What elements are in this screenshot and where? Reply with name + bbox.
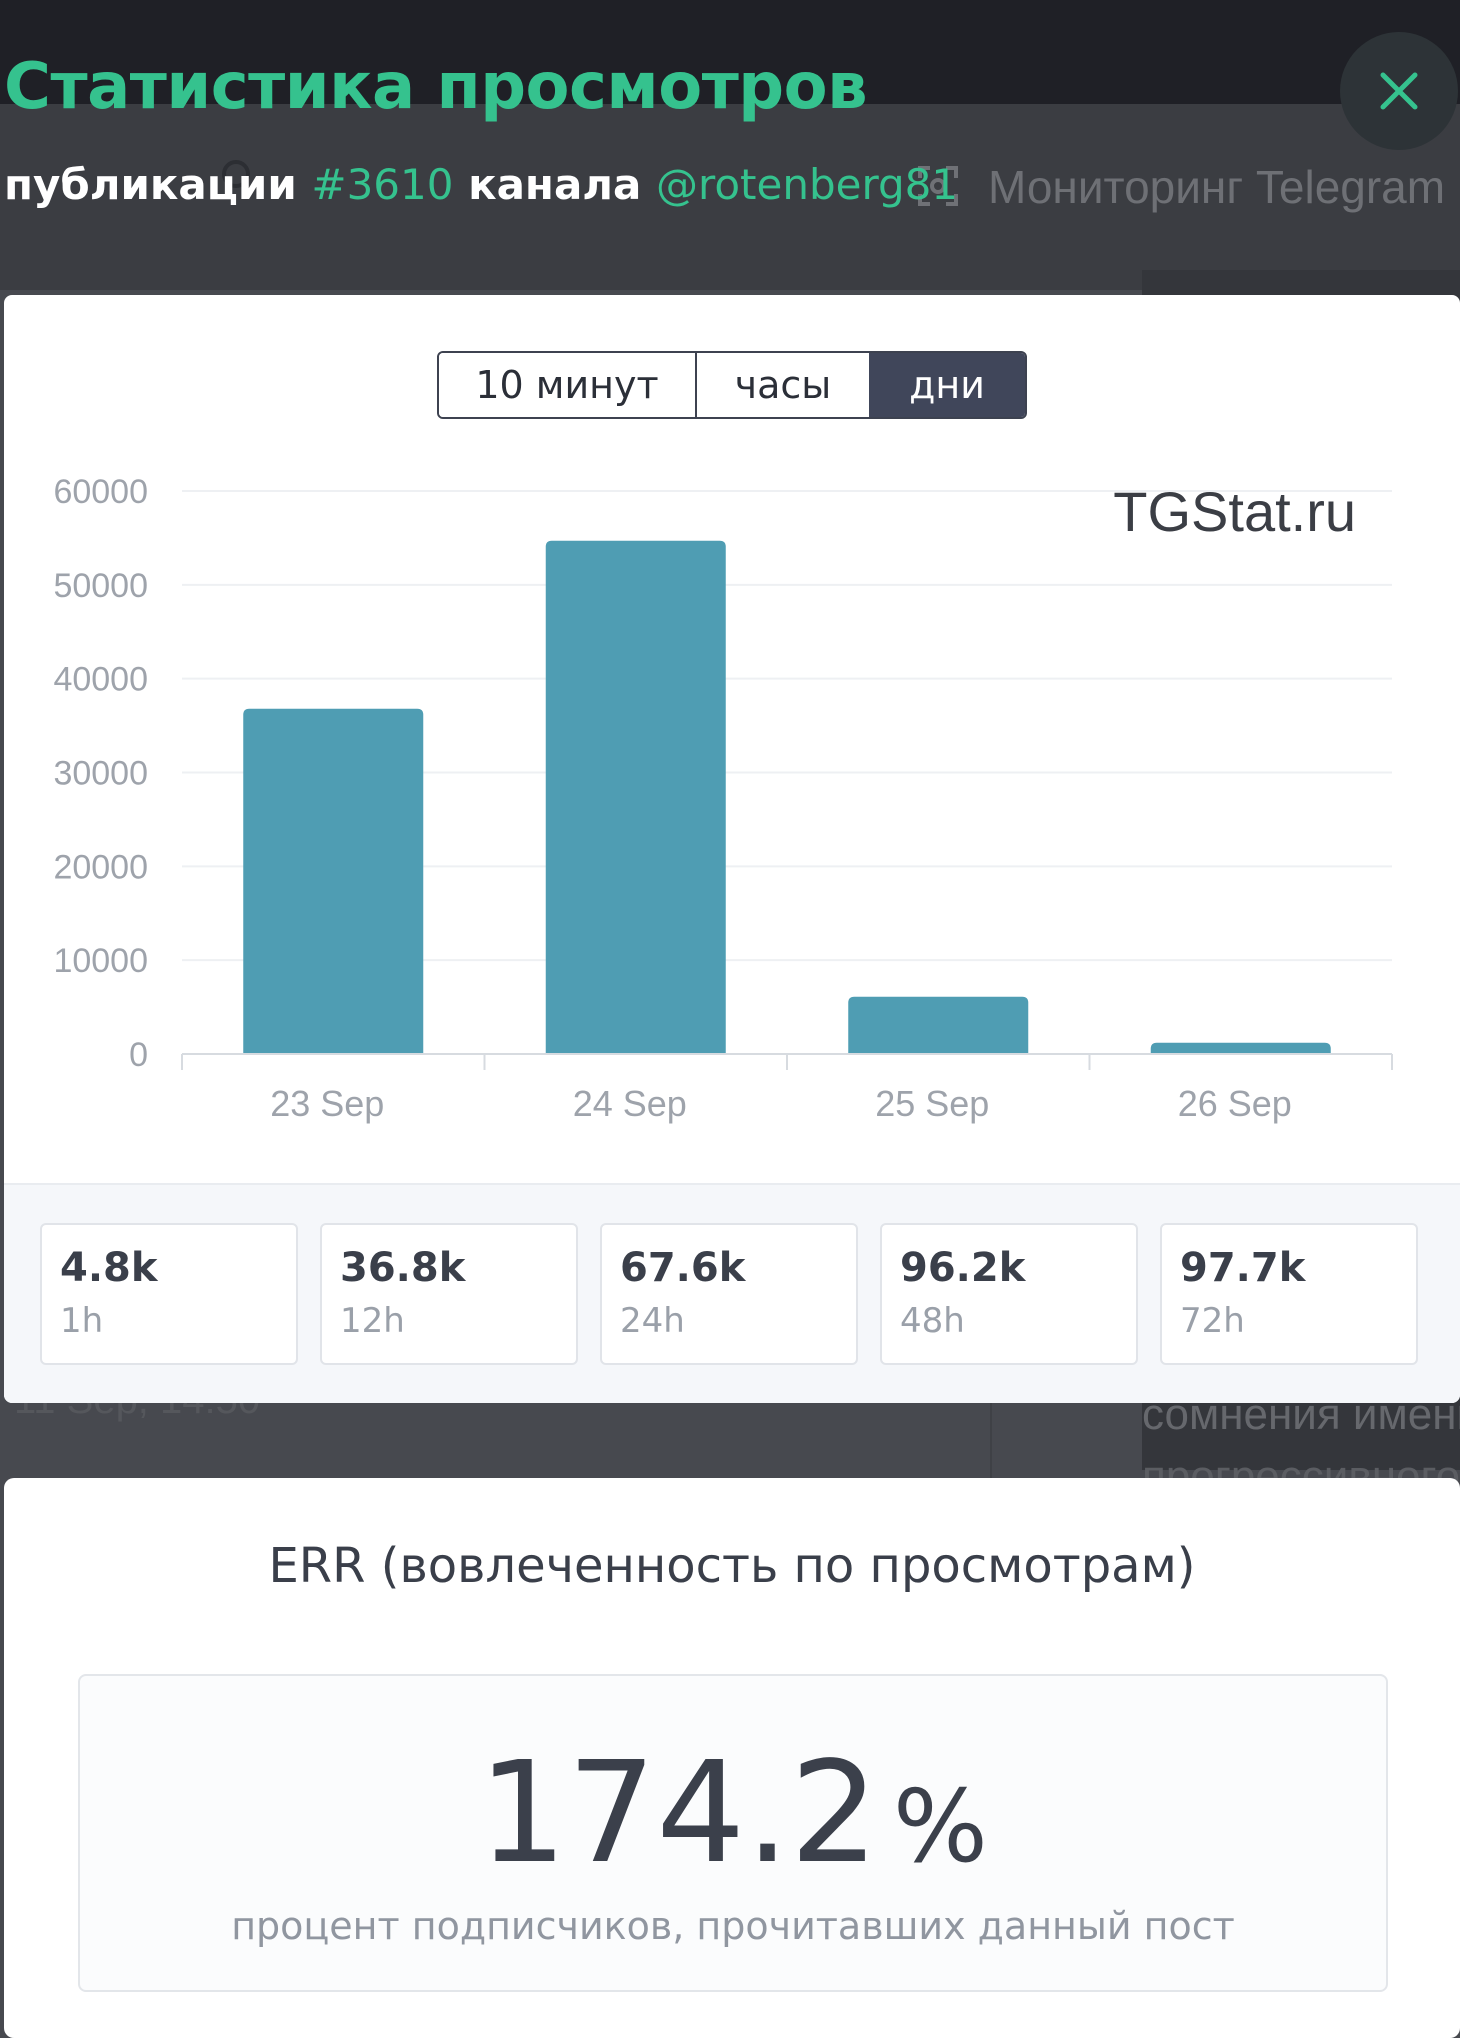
- modal-title: Статистика просмотров: [4, 50, 868, 124]
- stat-value: 67.6k: [620, 1245, 746, 1291]
- x-category-label: 23 Sep: [270, 1083, 384, 1124]
- x-category-label: 25 Sep: [875, 1083, 989, 1124]
- stat-label: 12h: [340, 1301, 405, 1341]
- bar-2[interactable]: [545, 540, 726, 1054]
- stat-box-12h: 36.8k 12h: [320, 1223, 578, 1365]
- stat-label: 1h: [60, 1301, 104, 1341]
- err-caption: процент подписчиков, прочитавших данный …: [231, 1904, 1235, 1948]
- modal-subtitle: публикации #3610 канала @rotenberg81: [4, 160, 958, 209]
- stat-label: 72h: [1180, 1301, 1245, 1341]
- close-button[interactable]: [1340, 32, 1458, 150]
- err-number: 174.2: [478, 1732, 879, 1895]
- close-icon: [1380, 72, 1418, 110]
- x-category-label: 24 Sep: [573, 1083, 687, 1124]
- err-unit: %: [892, 1768, 988, 1885]
- bar-4[interactable]: [1150, 1042, 1331, 1054]
- post-id-link[interactable]: #3610: [311, 160, 453, 209]
- chart-watermark: TGStat.ru: [1113, 480, 1356, 543]
- views-chart-card: 10 минут часы дни 0 10000 20000 30000 40000 5…: [4, 295, 1460, 1403]
- subtitle-prefix: публикации: [4, 160, 297, 209]
- err-title: ERR (вовлеченность по просмотрам): [268, 1538, 1196, 1594]
- stat-label: 48h: [900, 1301, 965, 1341]
- stat-label: 24h: [620, 1301, 685, 1341]
- stat-box-1h: 4.8k 1h: [40, 1223, 298, 1365]
- channel-link[interactable]: @rotenberg81: [656, 160, 958, 209]
- stat-box-72h: 97.7k 72h: [1160, 1223, 1418, 1365]
- y-tick-label: 40000: [53, 661, 148, 699]
- views-bar-chart: 0 10000 20000 30000 40000 50000 60000 23 Sep 24 …: [53, 473, 1393, 1124]
- background-divider: [990, 1400, 992, 1480]
- err-value: 174.2%: [80, 1732, 1386, 1895]
- y-tick-label: 60000: [53, 473, 148, 511]
- views-summary-strip: 4.8k 1h 36.8k 12h 67.6k 24h 96.2k 48h 97…: [4, 1183, 1460, 1403]
- stat-box-24h: 67.6k 24h: [600, 1223, 858, 1365]
- y-tick-label: 10000: [53, 942, 148, 980]
- background-monitor-text: Мониторинг Telegram: [988, 161, 1446, 213]
- y-tick-label: 20000: [53, 848, 148, 886]
- err-card: ERR (вовлеченность по просмотрам) 174.2%…: [4, 1478, 1460, 2038]
- stat-value: 96.2k: [900, 1245, 1026, 1291]
- stat-value: 36.8k: [340, 1245, 466, 1291]
- subtitle-mid: канала: [468, 160, 642, 209]
- bar-3[interactable]: [848, 996, 1029, 1054]
- y-tick-label: 0: [129, 1036, 148, 1074]
- err-box: 174.2% процент подписчиков, прочитавших …: [78, 1674, 1388, 1992]
- y-tick-label: 50000: [53, 567, 148, 605]
- stat-value: 97.7k: [1180, 1245, 1306, 1291]
- stat-box-48h: 96.2k 48h: [880, 1223, 1138, 1365]
- bar-1[interactable]: [243, 708, 424, 1054]
- stat-value: 4.8k: [60, 1245, 158, 1291]
- x-category-label: 26 Sep: [1178, 1083, 1292, 1124]
- y-tick-label: 30000: [53, 755, 148, 793]
